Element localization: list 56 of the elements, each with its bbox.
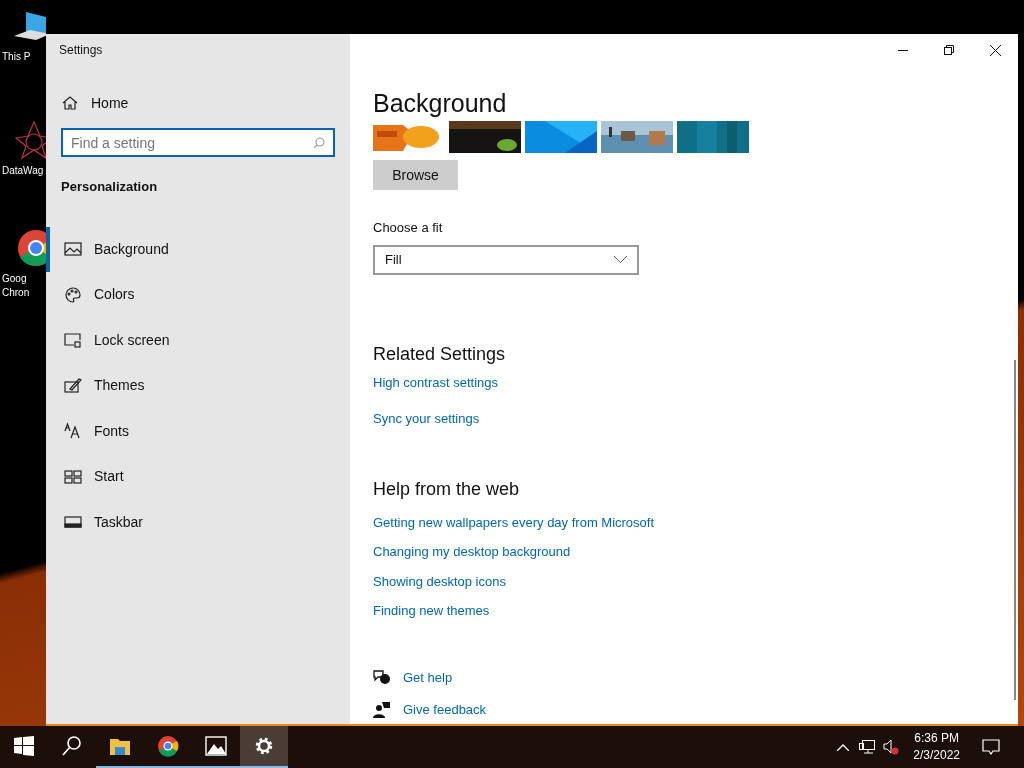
settings-icon: [253, 735, 275, 757]
nav-item[interactable]: Lock screen: [46, 317, 350, 363]
palette-icon: [64, 285, 82, 304]
lock-screen-icon: [64, 331, 82, 350]
chevron-up-icon[interactable]: [837, 743, 850, 751]
help-link[interactable]: Changing my desktop background: [373, 542, 571, 562]
clock-time[interactable]: 6:36 PM: [914, 730, 959, 747]
network-icon[interactable]: [859, 740, 876, 754]
fit-label: Choose a fit: [373, 219, 444, 237]
section-heading: Related Settings: [373, 342, 507, 366]
nav-item[interactable]: Taskbar: [46, 499, 350, 545]
notification-icon[interactable]: [982, 739, 1000, 755]
section-heading: Help from the web: [373, 477, 521, 501]
restore-icon: [944, 45, 954, 55]
start-icon: [64, 467, 82, 486]
brush-icon: [64, 376, 82, 395]
star-logo-icon[interactable]: [12, 120, 46, 160]
clock-date[interactable]: 2/3/2022: [913, 747, 960, 764]
nav-item[interactable]: Background: [46, 226, 350, 272]
help-link[interactable]: Showing desktop icons: [373, 571, 506, 591]
search-icon: [313, 137, 325, 149]
action-link[interactable]: Get help: [373, 667, 453, 687]
home-icon: [62, 95, 78, 111]
desktop-icon-label[interactable]: DataWag: [0, 164, 44, 178]
fonts-icon: [64, 422, 82, 441]
settings-link[interactable]: High contrast settings: [373, 372, 498, 392]
chevron-down-icon: [614, 256, 627, 263]
person-feedback-icon: [373, 701, 390, 718]
action-link[interactable]: Give feedback: [373, 700, 487, 720]
chrome-icon: [157, 735, 179, 757]
browse-button[interactable]: Browse: [373, 160, 458, 190]
nav-item[interactable]: Themes: [46, 363, 350, 409]
settings-link[interactable]: Sync your settings: [373, 409, 480, 429]
desktop-icon-label[interactable]: Goog Chron: [0, 272, 30, 300]
nav-item[interactable]: Colors: [46, 272, 350, 318]
fit-dropdown[interactable]: Fill: [373, 244, 639, 275]
section-heading: Personalization: [60, 178, 159, 196]
page-title: Background: [373, 88, 508, 118]
image-icon: [64, 240, 82, 259]
home-link[interactable]: Home: [46, 83, 350, 123]
minimize-icon: [898, 49, 908, 51]
help-link[interactable]: Finding new themes: [373, 601, 490, 621]
desktop-icon-label[interactable]: This P: [0, 50, 31, 64]
scrollbar[interactable]: [1014, 360, 1016, 700]
chat-question-icon: [373, 669, 390, 686]
search-field[interactable]: Find a setting: [61, 128, 335, 157]
taskbar-button[interactable]: [240, 726, 288, 768]
nav-item[interactable]: Fonts: [46, 408, 350, 454]
mountain-photo-icon: [205, 735, 227, 757]
muted-speaker-icon[interactable]: [883, 739, 900, 755]
help-link[interactable]: Getting new wallpapers every day from Microsoft: [373, 512, 655, 532]
window-title: Settings: [59, 42, 103, 59]
close-icon: [989, 44, 1001, 56]
windows-icon: [13, 735, 35, 757]
nav-item[interactable]: Start: [46, 454, 350, 500]
search-icon: [61, 735, 83, 757]
